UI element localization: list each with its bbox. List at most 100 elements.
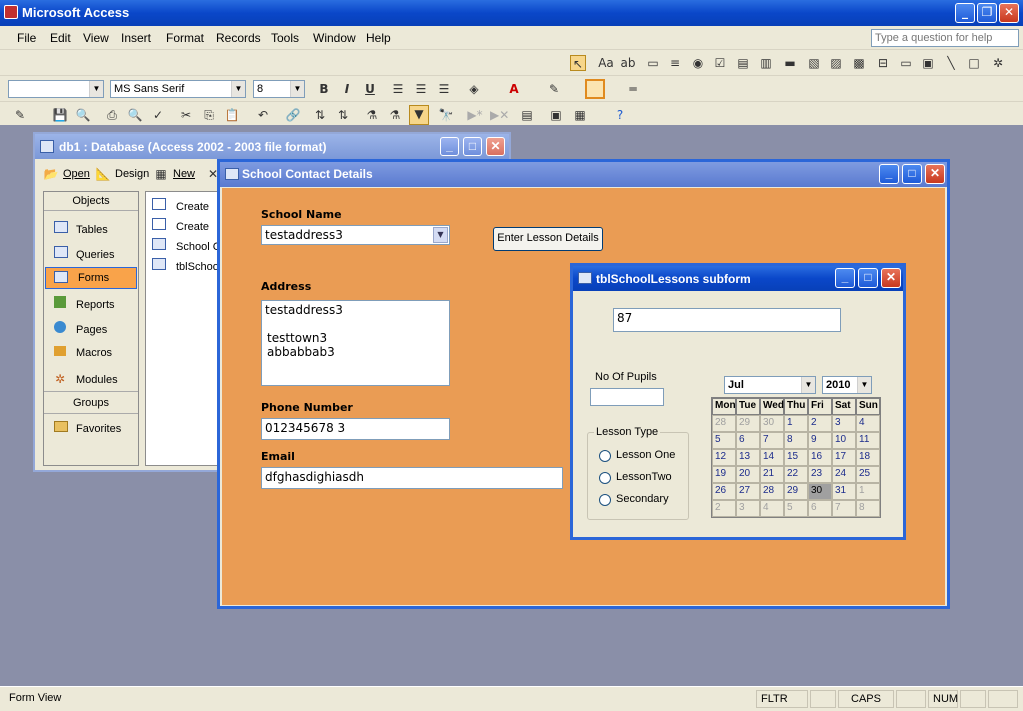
school-name-combo[interactable]: testaddress3 ▼ [261, 225, 450, 245]
list-item[interactable]: tblSchoo [152, 258, 219, 273]
restore-button[interactable]: ❐ [977, 3, 997, 23]
menu-file[interactable]: File [17, 31, 36, 45]
subform-close-button[interactable]: ✕ [881, 268, 901, 288]
command-button-icon[interactable]: ▬ [782, 55, 798, 71]
calendar-day[interactable]: 1 [856, 483, 880, 500]
calendar-day[interactable]: 14 [760, 449, 784, 466]
font-color-icon[interactable]: A [506, 81, 522, 97]
calendar-day[interactable]: 18 [856, 449, 880, 466]
close-button[interactable]: ✕ [999, 3, 1019, 23]
line-tool-icon[interactable]: ╲ [943, 55, 959, 71]
email-field[interactable]: dfghasdighiasdh [261, 467, 563, 489]
option-button-icon[interactable]: ◉ [690, 55, 706, 71]
objects-item-modules[interactable]: ✲ Modules [54, 371, 118, 386]
new-record-icon[interactable]: ▶* [467, 107, 483, 123]
objects-item-tables[interactable]: Tables [54, 221, 108, 236]
filter-by-selection-icon[interactable]: ⚗ [364, 107, 380, 123]
form-minimize-button[interactable]: _ [879, 164, 899, 184]
sort-descending-icon[interactable]: ⇅ [335, 107, 351, 123]
open-button[interactable]: Open [63, 168, 90, 180]
calendar-day[interactable]: 1 [784, 415, 808, 432]
search-icon[interactable]: 🔍 [75, 107, 91, 123]
calendar-day[interactable]: 20 [736, 466, 760, 483]
lesson-two-radio[interactable] [599, 472, 611, 484]
label-tool-icon[interactable]: Aa [598, 55, 614, 71]
objects-item-pages[interactable]: Pages [54, 321, 107, 336]
line-color-icon[interactable]: ✎ [546, 81, 562, 97]
calendar-day[interactable]: 12 [712, 449, 736, 466]
calendar-day[interactable]: 23 [808, 466, 832, 483]
calendar-day[interactable]: 7 [760, 432, 784, 449]
align-center-icon[interactable]: ☰ [413, 81, 429, 97]
list-item[interactable]: School C [152, 238, 221, 253]
paste-icon[interactable]: 📋 [224, 107, 240, 123]
filter-by-form-icon[interactable]: ⚗ [387, 107, 403, 123]
phone-number-field[interactable]: 012345678 3 [261, 418, 450, 440]
help-search-input[interactable]: Type a question for help [871, 29, 1019, 47]
checkbox-tool-icon[interactable]: ☑ [712, 55, 728, 71]
groups-item-favorites[interactable]: Favorites [54, 421, 121, 435]
calendar-day[interactable]: 25 [856, 466, 880, 483]
objects-item-reports[interactable]: Reports [54, 296, 115, 311]
menu-insert[interactable]: Insert [121, 31, 151, 45]
address-field[interactable]: testaddress3 testtown3 abbabbab3 [261, 300, 450, 386]
objects-item-forms[interactable]: Forms [45, 267, 137, 289]
border-style-icon[interactable]: ═ [625, 81, 641, 97]
listbox-tool-icon[interactable]: ▥ [758, 55, 774, 71]
cut-icon[interactable]: ✂ [178, 107, 194, 123]
no-of-pupils-field[interactable] [590, 388, 664, 406]
menu-help[interactable]: Help [366, 31, 391, 45]
lesson-id-field[interactable]: 87 [613, 308, 841, 332]
find-icon[interactable]: 🔭 [438, 107, 454, 123]
chevron-down-icon[interactable]: ▼ [433, 227, 448, 243]
calendar-day[interactable]: 13 [736, 449, 760, 466]
calendar-day[interactable]: 2 [808, 415, 832, 432]
form-close-button[interactable]: ✕ [925, 164, 945, 184]
underline-button[interactable]: U [362, 81, 378, 97]
option-group-icon[interactable]: ▭ [645, 55, 661, 71]
db-maximize-button[interactable]: □ [463, 137, 482, 156]
calendar-day[interactable]: 22 [784, 466, 808, 483]
objects-header[interactable]: Objects [44, 195, 138, 207]
objects-item-macros[interactable]: Macros [54, 346, 112, 359]
calendar-day[interactable]: 2 [712, 500, 736, 517]
subform-maximize-button[interactable]: □ [858, 268, 878, 288]
menu-view[interactable]: View [83, 31, 109, 45]
form-maximize-button[interactable]: □ [902, 164, 922, 184]
print-preview-icon[interactable]: 🔍 [127, 107, 143, 123]
bound-frame-icon[interactable]: ▩ [851, 55, 867, 71]
calendar-day[interactable]: 19 [712, 466, 736, 483]
align-right-icon[interactable]: ☰ [436, 81, 452, 97]
hyperlink-icon[interactable]: 🔗 [285, 107, 301, 123]
unbound-frame-icon[interactable]: ▨ [828, 55, 844, 71]
calendar-day[interactable]: 5 [712, 432, 736, 449]
calendar-day[interactable]: 10 [832, 432, 856, 449]
enter-lesson-details-button[interactable]: Enter Lesson Details [493, 227, 603, 251]
groups-header[interactable]: Groups [44, 397, 138, 409]
rectangle-tool-icon[interactable]: □ [966, 55, 982, 71]
calendar-day[interactable]: 24 [832, 466, 856, 483]
menu-window[interactable]: Window [313, 31, 356, 45]
db-close-button[interactable]: ✕ [486, 137, 505, 156]
print-icon[interactable]: ⎙ [104, 107, 120, 123]
calendar-day[interactable]: 15 [784, 449, 808, 466]
calendar-day[interactable]: 17 [832, 449, 856, 466]
menu-records[interactable]: Records [216, 31, 261, 45]
combobox-tool-icon[interactable]: ▤ [735, 55, 751, 71]
calendar-day[interactable]: 4 [856, 415, 880, 432]
calendar-day[interactable]: 30 [808, 483, 832, 500]
subform-minimize-button[interactable]: _ [835, 268, 855, 288]
select-objects-icon[interactable]: ↖ [570, 55, 586, 71]
list-item[interactable]: Create [152, 198, 209, 213]
design-button[interactable]: Design [115, 168, 149, 180]
page-break-icon[interactable]: ⊟ [875, 55, 891, 71]
copy-icon[interactable]: ⎘ [201, 107, 217, 123]
image-tool-icon[interactable]: ▧ [806, 55, 822, 71]
spelling-icon[interactable]: ✓ [150, 107, 166, 123]
undo-icon[interactable]: ↶ [255, 107, 271, 123]
calendar-day[interactable]: 16 [808, 449, 832, 466]
properties-icon[interactable]: ▤ [519, 107, 535, 123]
list-item[interactable]: Create [152, 218, 209, 233]
align-left-icon[interactable]: ☰ [390, 81, 406, 97]
line-width-icon[interactable] [585, 79, 605, 99]
